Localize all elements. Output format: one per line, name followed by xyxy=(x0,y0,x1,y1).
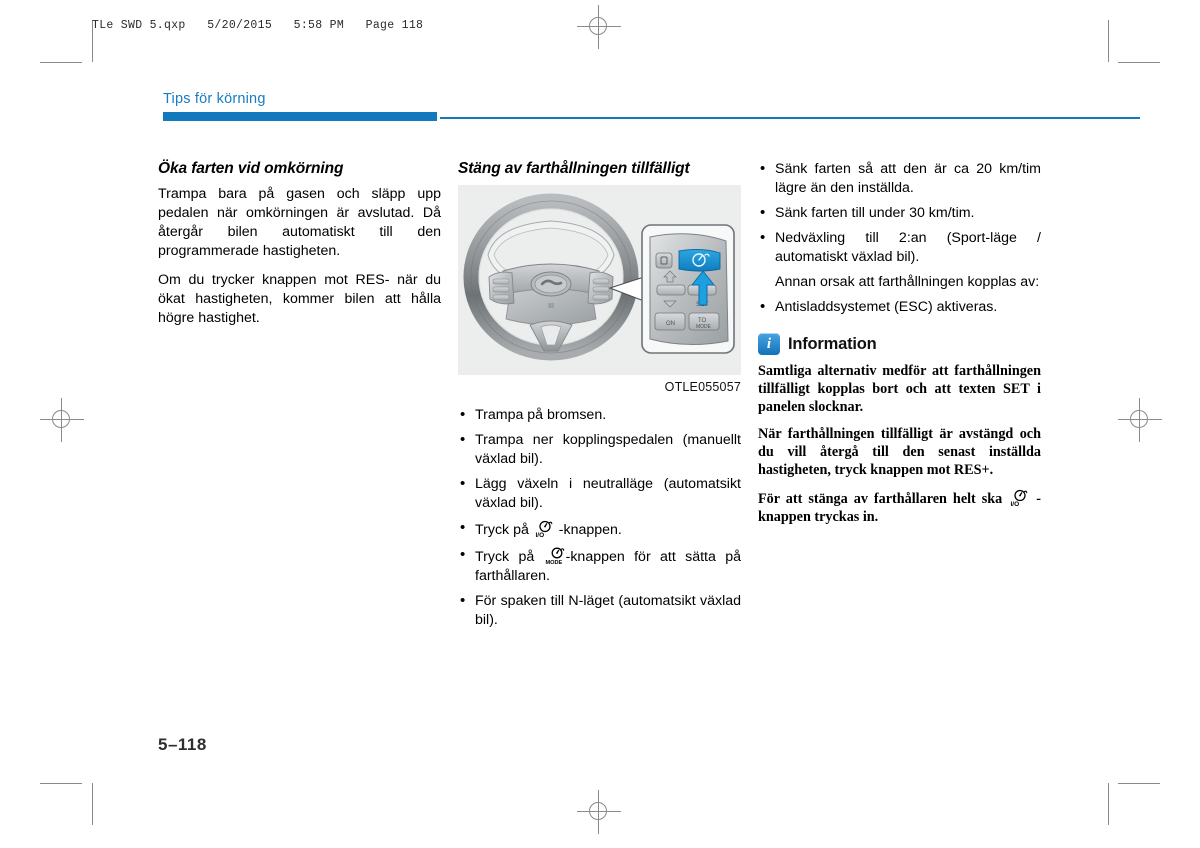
list-item-text: Trampa på bromsen. xyxy=(475,407,607,423)
paragraph-oka-farten-2: Om du trycker knappen mot RES- när du ök… xyxy=(158,272,441,326)
paragraph-oka-farten-1: Trampa bara på gasen och släpp upp pedal… xyxy=(158,186,441,259)
svg-text:III: III xyxy=(548,303,554,310)
list-item: Trampa ner kopplingspedalen (manuellt vä… xyxy=(458,430,741,469)
list-farthallning-avbrott: Sänk farten så att den är ca 20 km/tim l… xyxy=(758,159,1041,317)
crop-mark-top-right-vertical xyxy=(1108,20,1109,62)
crop-mark-top-right-horizontal xyxy=(1118,62,1160,63)
figure-steering-wheel-controls: III ON TO MODE xyxy=(458,185,741,375)
registration-mark-top-center xyxy=(577,5,621,49)
svg-text:ON: ON xyxy=(666,321,675,327)
list-item-text: Antisladdsystemet (ESC) aktiveras. xyxy=(775,299,998,315)
crop-mark-bottom-right-horizontal xyxy=(1118,783,1160,784)
list-intro-text: Annan orsak att farthållningen kopplas a… xyxy=(758,273,1041,292)
running-head-title: Tips för körning xyxy=(163,91,266,107)
list-item: För spaken till N-läget (automatsikt väx… xyxy=(458,591,741,630)
crop-mark-top-left-horizontal xyxy=(40,62,82,63)
info-icon: i xyxy=(758,333,780,355)
cruise-mode-icon: MODE xyxy=(545,546,565,566)
column-middle: Stäng av farthållningen tillfälligt III … xyxy=(458,160,741,630)
crop-mark-bottom-right-vertical xyxy=(1108,783,1109,825)
svg-text:MODE: MODE xyxy=(545,560,562,566)
information-paragraph-3-text: För att stänga av farthållaren helt ska xyxy=(758,491,1009,507)
list-item-text: Trampa ner kopplingspedalen (manuellt vä… xyxy=(475,432,741,467)
column-right: Sänk farten så att den är ca 20 km/tim l… xyxy=(758,159,1041,526)
list-item: Lägg växeln i neutralläge (automatsikt v… xyxy=(458,474,741,513)
cruise-io-icon: I/O xyxy=(534,519,554,539)
list-item-text: Sänk farten till under 30 km/tim. xyxy=(775,205,975,221)
heading-stang-av-farthallningen: Stäng av farthållningen tillfälligt xyxy=(458,160,690,177)
cruise-io-icon: I/O xyxy=(1009,488,1029,508)
list-item-text: Tryck på xyxy=(475,549,544,565)
list-item-text: Tryck på xyxy=(475,522,533,538)
figure-caption: OTLE055057 xyxy=(664,380,741,394)
registration-mark-right-center xyxy=(1118,398,1162,442)
crop-mark-bottom-left-horizontal xyxy=(40,783,82,784)
information-paragraph-2: När farthållningen tillfälligt är avstän… xyxy=(758,426,1041,478)
information-box: i Information Samtliga alternativ medför… xyxy=(758,333,1041,526)
svg-text:I/O: I/O xyxy=(535,532,544,539)
list-item-text: Nedväxling till 2:an (Sport-läge / autom… xyxy=(775,230,1041,265)
list-item: Tryck på MODE -knappen för att sätta på … xyxy=(458,545,741,586)
list-item-text: För spaken till N-läget (automatsikt väx… xyxy=(475,593,741,628)
list-intro-label: Annan orsak att farthållningen kopplas a… xyxy=(775,274,1040,290)
list-item: Antisladdsystemet (ESC) aktiveras. xyxy=(758,297,1041,317)
list-item: Sänk farten så att den är ca 20 km/tim l… xyxy=(758,159,1041,198)
information-box-header: i Information xyxy=(758,333,1041,355)
list-item-text-after: -knappen. xyxy=(554,522,622,538)
running-head-accent-bar xyxy=(163,112,437,121)
list-item-text: Lägg växeln i neutralläge (automatsikt v… xyxy=(475,476,741,511)
list-item: Trampa på bromsen. xyxy=(458,405,741,425)
information-box-title: Information xyxy=(788,334,877,353)
information-paragraph-1: Samtliga alternativ medför att farthålln… xyxy=(758,363,1041,415)
list-item: Nedväxling till 2:an (Sport-läge / autom… xyxy=(758,228,1041,267)
print-file-header: TLe SWD 5.qxp 5/20/2015 5:58 PM Page 118 xyxy=(92,19,424,32)
steering-wheel-illustration: III ON TO MODE xyxy=(463,193,735,361)
heading-oka-farten: Öka farten vid omkörning xyxy=(158,160,344,177)
crop-mark-bottom-left-vertical xyxy=(92,783,93,825)
svg-text:I/O: I/O xyxy=(1011,501,1020,508)
registration-mark-bottom-center xyxy=(577,790,621,834)
list-stang-av-steps: Trampa på bromsen. Trampa ner kopplingsp… xyxy=(458,405,741,630)
list-item: Sänk farten till under 30 km/tim. xyxy=(758,203,1041,223)
list-item: Tryck på I/O -knappen. xyxy=(458,518,741,540)
svg-text:MODE: MODE xyxy=(696,324,712,330)
page-number: 5–118 xyxy=(158,735,207,754)
registration-mark-left-center xyxy=(40,398,84,442)
list-item-text: Sänk farten så att den är ca 20 km/tim l… xyxy=(775,161,1041,196)
column-left: Öka farten vid omkörning Trampa bara på … xyxy=(158,160,441,328)
information-paragraph-3: För att stänga av farthållaren helt ska … xyxy=(758,488,1041,526)
running-head-rule xyxy=(440,117,1140,119)
